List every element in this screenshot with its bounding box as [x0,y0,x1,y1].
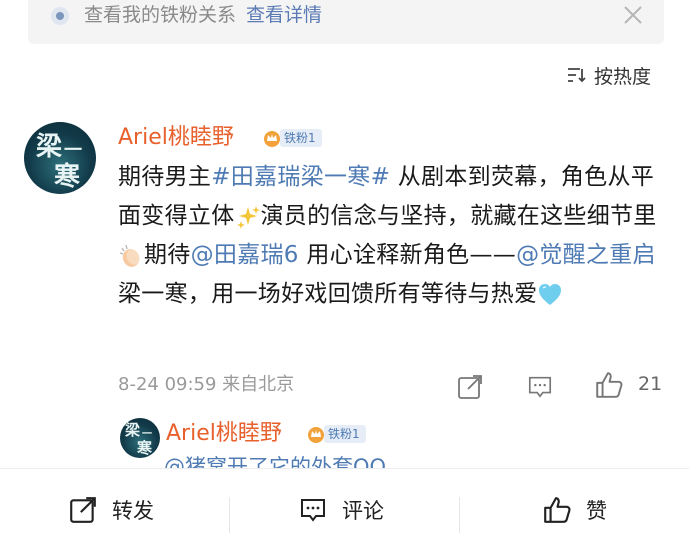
avatar-char: 寒 [137,439,153,457]
fan-relation-notice: 查看我的铁粉关系 查看详情 [28,0,664,44]
clap-icon [119,244,140,267]
comment-label: 评论 [342,499,384,523]
mention-link[interactable]: @田嘉瑞6 [191,242,299,268]
comment-meta: 8-24 09:59 来自北京 [118,374,295,395]
like-label: 赞 [586,499,607,523]
sort-by-hot-button[interactable]: 按热度 [566,62,651,88]
sort-icon [568,68,586,83]
repost-label: 转发 [112,499,154,523]
topic-hashtag-link[interactable]: #田嘉瑞梁一寒# [211,164,390,190]
crown-icon [308,427,324,443]
thumb-up-icon[interactable] [594,370,624,400]
sort-label: 按热度 [594,65,652,88]
reply-preview-text[interactable]: @猪窝开了它的外套QQ [164,454,386,468]
notice-label: 查看我的铁粉关系 [84,4,237,26]
comment-username[interactable]: Ariel桃睦野 [118,124,234,152]
thumb-up-icon [544,497,571,523]
crown-icon [264,131,280,147]
content-text: 梁一寒，用一场好戏回馈所有等待与热爱 [118,281,538,307]
avatar[interactable]: 梁 一 寒 [120,418,160,458]
info-dot-icon [51,7,69,25]
like-button[interactable]: 赞 [542,495,607,525]
divider [459,497,460,533]
close-icon[interactable] [620,2,646,28]
content-text: 期待男主 [118,164,212,190]
repost-button[interactable]: 转发 [68,495,154,525]
fan-badge-label: 铁粉1 [324,425,366,443]
blue-heart-icon [539,283,562,305]
comment-icon [301,499,325,522]
share-icon[interactable] [456,373,484,401]
content-text: 演员的信念与坚持，就藏在这些细节里 [260,203,657,229]
divider [229,497,230,533]
like-count: 21 [638,373,663,395]
fan-badge: 铁粉1 [262,128,322,148]
mention-link[interactable]: @觉醒之重启 [516,242,656,268]
fan-badge-label: 铁粉1 [280,129,322,147]
content-text: 期待 [144,242,191,268]
comment-button[interactable]: 评论 [298,495,384,525]
share-icon [70,497,96,523]
comment-content: 期待男主#田嘉瑞梁一寒# 从剧本到荧幕，角色从平面变得立体 演员的信念与坚持，就… [118,158,663,314]
reply-username[interactable]: Ariel桃睦野 [166,420,282,448]
sparkles-icon [236,205,260,229]
notice-detail-link[interactable]: 查看详情 [246,4,322,26]
avatar[interactable]: 梁 一 寒 [24,122,96,194]
comment-icon[interactable] [526,374,554,400]
notice-text: 查看我的铁粉关系 查看详情 [84,2,322,28]
avatar-char: 寒 [54,162,81,192]
content-text: 用心诠释新角色—— [298,242,517,268]
bottom-action-bar: 转发 评论 赞 [0,468,689,552]
fan-badge: 铁粉1 [306,424,366,444]
